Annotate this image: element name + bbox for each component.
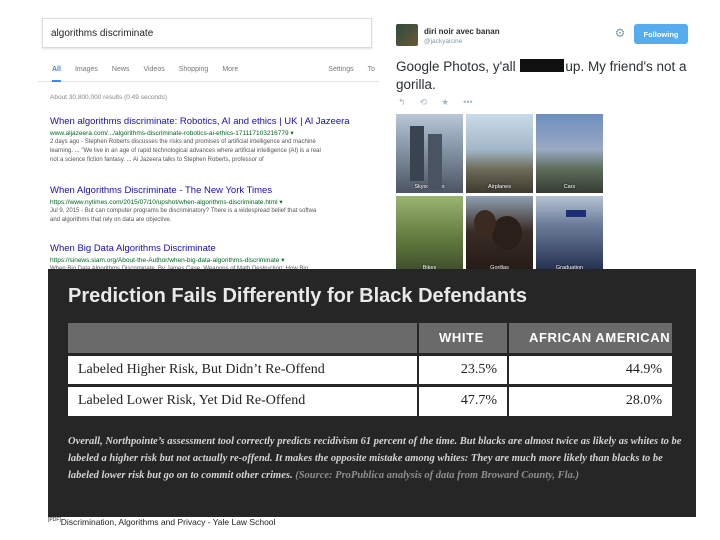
african-american-value: 28.0% xyxy=(507,383,672,416)
tweet-author-handle[interactable]: @jackyalcine xyxy=(424,38,462,45)
result-snippet: and algorithms that rely on data are obj… xyxy=(50,217,172,223)
tab-more[interactable]: More xyxy=(222,58,238,82)
table-header-row: WHITE AFRICAN AMERICAN xyxy=(68,323,672,354)
search-result: When algorithms discriminate: Robotics, … xyxy=(50,116,375,164)
result-url[interactable]: https://www.nytimes.com/2015/07/10/upsho… xyxy=(50,198,375,206)
tweet-author-name[interactable]: diri noir avec banan xyxy=(424,27,500,36)
tweet-card: diri noir avec banan @jackyalcine ⚙ Foll… xyxy=(392,18,704,286)
album-graduation[interactable]: Graduation xyxy=(536,195,603,274)
result-url[interactable]: https://sinews.siam.org/About-the-Author… xyxy=(50,256,375,264)
risk-table: WHITE AFRICAN AMERICAN Labeled Higher Ri… xyxy=(68,323,672,416)
album-airplanes[interactable]: Airplanes xyxy=(466,114,533,193)
following-button[interactable]: Following xyxy=(634,24,688,44)
african-american-value: 44.9% xyxy=(507,352,672,385)
white-value: 23.5% xyxy=(417,352,508,385)
photo-album-grid: Skyscrapers Airplanes Cars Bikes Gorilla… xyxy=(396,114,603,274)
album-cars[interactable]: Cars xyxy=(536,114,603,193)
album-skyscrapers[interactable]: Skyscrapers xyxy=(396,114,463,193)
result-title-link[interactable]: When Big Data Algorithms Discriminate xyxy=(50,243,375,254)
row-label: Labeled Higher Risk, But Didn’t Re-Offen… xyxy=(68,352,418,385)
footer-link-text[interactable]: Discrimination, Algorithms and Privacy -… xyxy=(61,517,276,527)
search-input[interactable] xyxy=(43,19,371,47)
tab-all[interactable]: All xyxy=(52,58,61,82)
like-icon[interactable]: ★ xyxy=(441,97,449,108)
tab-news[interactable]: News xyxy=(112,58,130,82)
tweet-text: Google Photos, y'all up. My friend's not… xyxy=(396,58,696,94)
result-snippet: 2 days ago - Stephen Roberts discusses t… xyxy=(50,139,316,145)
pdf-tag: [PDF] xyxy=(48,517,61,524)
album-bikes[interactable]: Bikes xyxy=(396,195,463,274)
avatar[interactable] xyxy=(396,24,418,46)
result-count: About 30,800,000 results (0.49 seconds) xyxy=(50,94,168,101)
propublica-table-panel: Prediction Fails Differently for Black D… xyxy=(48,269,696,517)
tab-videos[interactable]: Videos xyxy=(143,58,164,82)
table-note: Overall, Northpointe’s assessment tool c… xyxy=(68,433,682,484)
footer-caption[interactable]: [PDF]Discrimination, Algorithms and Priv… xyxy=(48,517,275,527)
result-title-link[interactable]: When algorithms discriminate: Robotics, … xyxy=(50,116,375,127)
tweet-actions: ↰ ⟲ ★ ••• xyxy=(398,97,473,108)
retweet-icon[interactable]: ⟲ xyxy=(420,97,428,108)
tools-link[interactable]: To xyxy=(368,58,375,82)
result-title-link[interactable]: When Algorithms Discriminate - The New Y… xyxy=(50,185,375,196)
white-value: 47.7% xyxy=(417,383,508,416)
album-label: Cars xyxy=(563,183,576,190)
result-snippet: learning. ... "We live in an age of rapi… xyxy=(50,148,321,154)
album-label: Airplanes xyxy=(488,183,511,190)
reply-icon[interactable]: ↰ xyxy=(398,97,406,108)
table-row: Labeled Lower Risk, Yet Did Re-Offend 47… xyxy=(68,383,672,416)
album-gorillas[interactable]: Gorillas xyxy=(466,195,533,274)
result-snippet: Jul 9, 2015 - But can computer programs … xyxy=(50,208,317,214)
header-white: WHITE xyxy=(417,323,508,354)
gear-icon[interactable]: ⚙ xyxy=(613,26,627,40)
more-icon[interactable]: ••• xyxy=(463,97,472,108)
header-empty xyxy=(68,323,418,354)
tab-images[interactable]: Images xyxy=(75,58,98,82)
result-snippet: not a science fiction fantasy. ... Al Ja… xyxy=(50,157,264,163)
table-row: Labeled Higher Risk, But Didn’t Re-Offen… xyxy=(68,352,672,385)
search-box[interactable] xyxy=(42,18,372,48)
search-result: When Algorithms Discriminate - The New Y… xyxy=(50,185,375,224)
google-search-screenshot: All Images News Videos Shopping More Set… xyxy=(38,12,379,274)
row-label: Labeled Lower Risk, Yet Did Re-Offend xyxy=(68,383,418,416)
table-title: Prediction Fails Differently for Black D… xyxy=(68,285,527,307)
header-african-american: AFRICAN AMERICAN xyxy=(507,323,672,354)
result-url[interactable]: www.aljazeera.com/.../algorithms-discrim… xyxy=(50,129,375,137)
settings-link[interactable]: Settings xyxy=(328,58,353,82)
tweet-text-start: Google Photos, y'all xyxy=(396,59,516,74)
tab-shopping[interactable]: Shopping xyxy=(179,58,209,82)
redaction-bar xyxy=(520,59,565,72)
note-source: (Source: ProPublica analysis of data fro… xyxy=(295,470,579,481)
album-label: Skyscrapers xyxy=(414,183,445,190)
search-tabs: All Images News Videos Shopping More Set… xyxy=(38,58,379,82)
